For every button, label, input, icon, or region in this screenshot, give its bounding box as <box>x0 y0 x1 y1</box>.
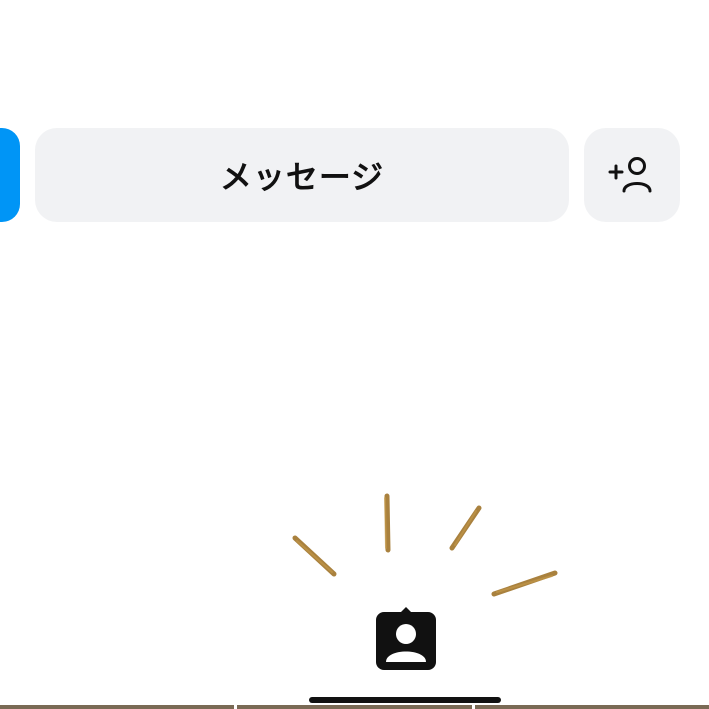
photo-thumbnail[interactable] <box>237 705 472 709</box>
profile-tab-icon <box>376 607 436 670</box>
profile-tab[interactable] <box>368 602 444 674</box>
add-person-icon <box>608 157 652 193</box>
sparkle-decoration <box>292 493 558 597</box>
sparkle-line <box>449 505 482 551</box>
photo-grid-peek <box>0 705 709 709</box>
home-indicator[interactable] <box>309 697 501 703</box>
profile-page: メッセージ <box>0 0 709 709</box>
message-button[interactable]: メッセージ <box>35 128 569 222</box>
sparkle-line <box>384 493 391 553</box>
photo-thumbnail[interactable] <box>474 705 709 709</box>
photo-thumbnail[interactable] <box>0 705 235 709</box>
follow-button[interactable] <box>0 128 20 222</box>
sparkle-line <box>292 535 337 577</box>
add-person-button[interactable] <box>584 128 680 222</box>
message-button-label: メッセージ <box>219 158 385 196</box>
sparkle-line <box>491 570 558 597</box>
